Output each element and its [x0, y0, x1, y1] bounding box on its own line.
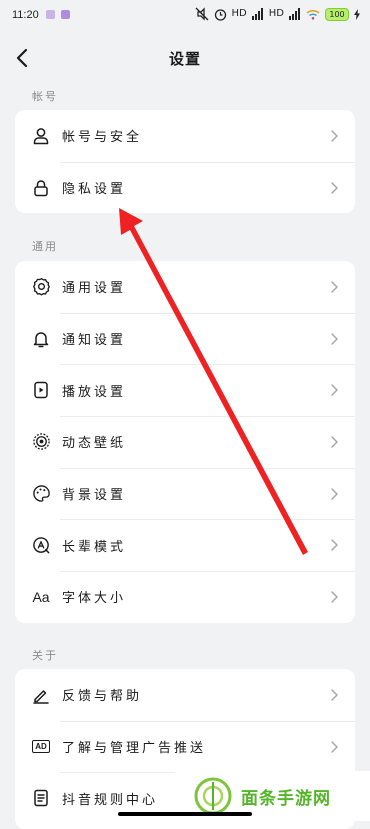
chevron-right-icon — [331, 740, 338, 753]
chevron-right-icon — [331, 539, 338, 552]
account-card: 帐号与安全 隐私设置 — [15, 110, 355, 214]
signal-label: HD — [268, 8, 284, 19]
watermark-logo-icon — [194, 777, 232, 815]
signal-icon — [289, 8, 300, 20]
ad-icon-glyph: AD — [32, 740, 50, 754]
settings-item-general[interactable]: 通用设置 — [15, 261, 355, 313]
settings-item-label: 抖音规则中心 — [62, 792, 159, 808]
settings-item-label: 通用设置 — [62, 281, 127, 297]
settings-item-label: 通知设置 — [62, 333, 127, 349]
signal-label: HD — [231, 8, 247, 19]
gear-icon — [31, 277, 51, 297]
chevron-right-icon — [331, 130, 338, 142]
settings-item-feedback[interactable]: 反馈与帮助 — [15, 669, 355, 721]
settings-item-background[interactable]: 背景设置 — [15, 467, 355, 520]
general-card: 通用设置 通知设置 播放设置 动态壁纸 背景设置 长辈模式 Aa 字体大小 — [15, 261, 355, 623]
chevron-right-icon — [331, 591, 338, 603]
lock-icon — [31, 178, 51, 198]
chevron-right-icon — [331, 487, 338, 500]
watermark-text: 面条手游网 — [241, 788, 331, 809]
section-label-account: 帐号 — [32, 90, 58, 103]
status-icons: HD HD 100 — [195, 7, 360, 21]
settings-item-label: 隐私设置 — [62, 182, 127, 198]
chevron-right-icon — [331, 689, 338, 701]
pen-icon — [31, 685, 51, 705]
settings-item-font-size[interactable]: Aa 字体大小 — [15, 571, 355, 623]
play-settings-icon — [31, 380, 51, 400]
chevron-right-icon — [331, 436, 338, 448]
settings-item-live-wallpaper[interactable]: 动态壁纸 — [15, 416, 355, 468]
page-title: 设置 — [168, 50, 201, 68]
settings-item-playback[interactable]: 播放设置 — [15, 364, 355, 416]
chevron-right-icon — [331, 281, 338, 293]
settings-item-label: 播放设置 — [62, 384, 127, 400]
battery-indicator: 100 — [325, 7, 349, 21]
chevron-right-icon — [331, 384, 338, 396]
settings-item-label: 字体大小 — [62, 591, 127, 607]
status-time: 11:20 — [12, 9, 39, 21]
settings-item-label: 帐号与安全 — [62, 130, 143, 146]
charging-icon — [354, 8, 360, 20]
mute-icon — [195, 7, 208, 21]
section-label-about: 关于 — [32, 649, 58, 662]
font-size-icon: Aa — [32, 588, 50, 605]
settings-item-account-security[interactable]: 帐号与安全 — [15, 110, 355, 162]
notification-app-icon — [46, 10, 55, 19]
bell-icon — [31, 329, 51, 349]
settings-item-label: 背景设置 — [62, 488, 127, 504]
settings-item-label: 长辈模式 — [62, 539, 127, 555]
elder-mode-icon — [31, 535, 51, 555]
settings-item-elder-mode[interactable]: 长辈模式 — [15, 519, 355, 571]
settings-item-label: 动态壁纸 — [62, 436, 127, 452]
live-wallpaper-icon — [31, 432, 51, 452]
section-label-general: 通用 — [32, 240, 58, 253]
rules-icon — [31, 788, 51, 808]
notification-app-icon — [61, 10, 70, 19]
chevron-right-icon — [331, 181, 338, 194]
alarm-icon — [214, 8, 226, 21]
person-icon — [31, 126, 51, 146]
chevron-right-icon — [331, 332, 338, 345]
settings-item-notifications[interactable]: 通知设置 — [15, 312, 355, 365]
status-bar: 11:20 HD HD 100 — [0, 0, 370, 32]
settings-item-ad-management[interactable]: AD 了解与管理广告推送 — [15, 720, 355, 773]
settings-item-label: 反馈与帮助 — [62, 689, 143, 705]
navigation-bar: 设置 — [0, 36, 370, 80]
signal-icon — [251, 8, 263, 20]
settings-item-label: 了解与管理广告推送 — [62, 741, 207, 757]
settings-item-privacy[interactable]: 隐私设置 — [15, 161, 355, 214]
palette-icon — [31, 484, 51, 504]
home-indicator[interactable] — [118, 812, 252, 816]
ad-icon: AD — [31, 737, 51, 757]
wifi-icon — [306, 9, 320, 20]
